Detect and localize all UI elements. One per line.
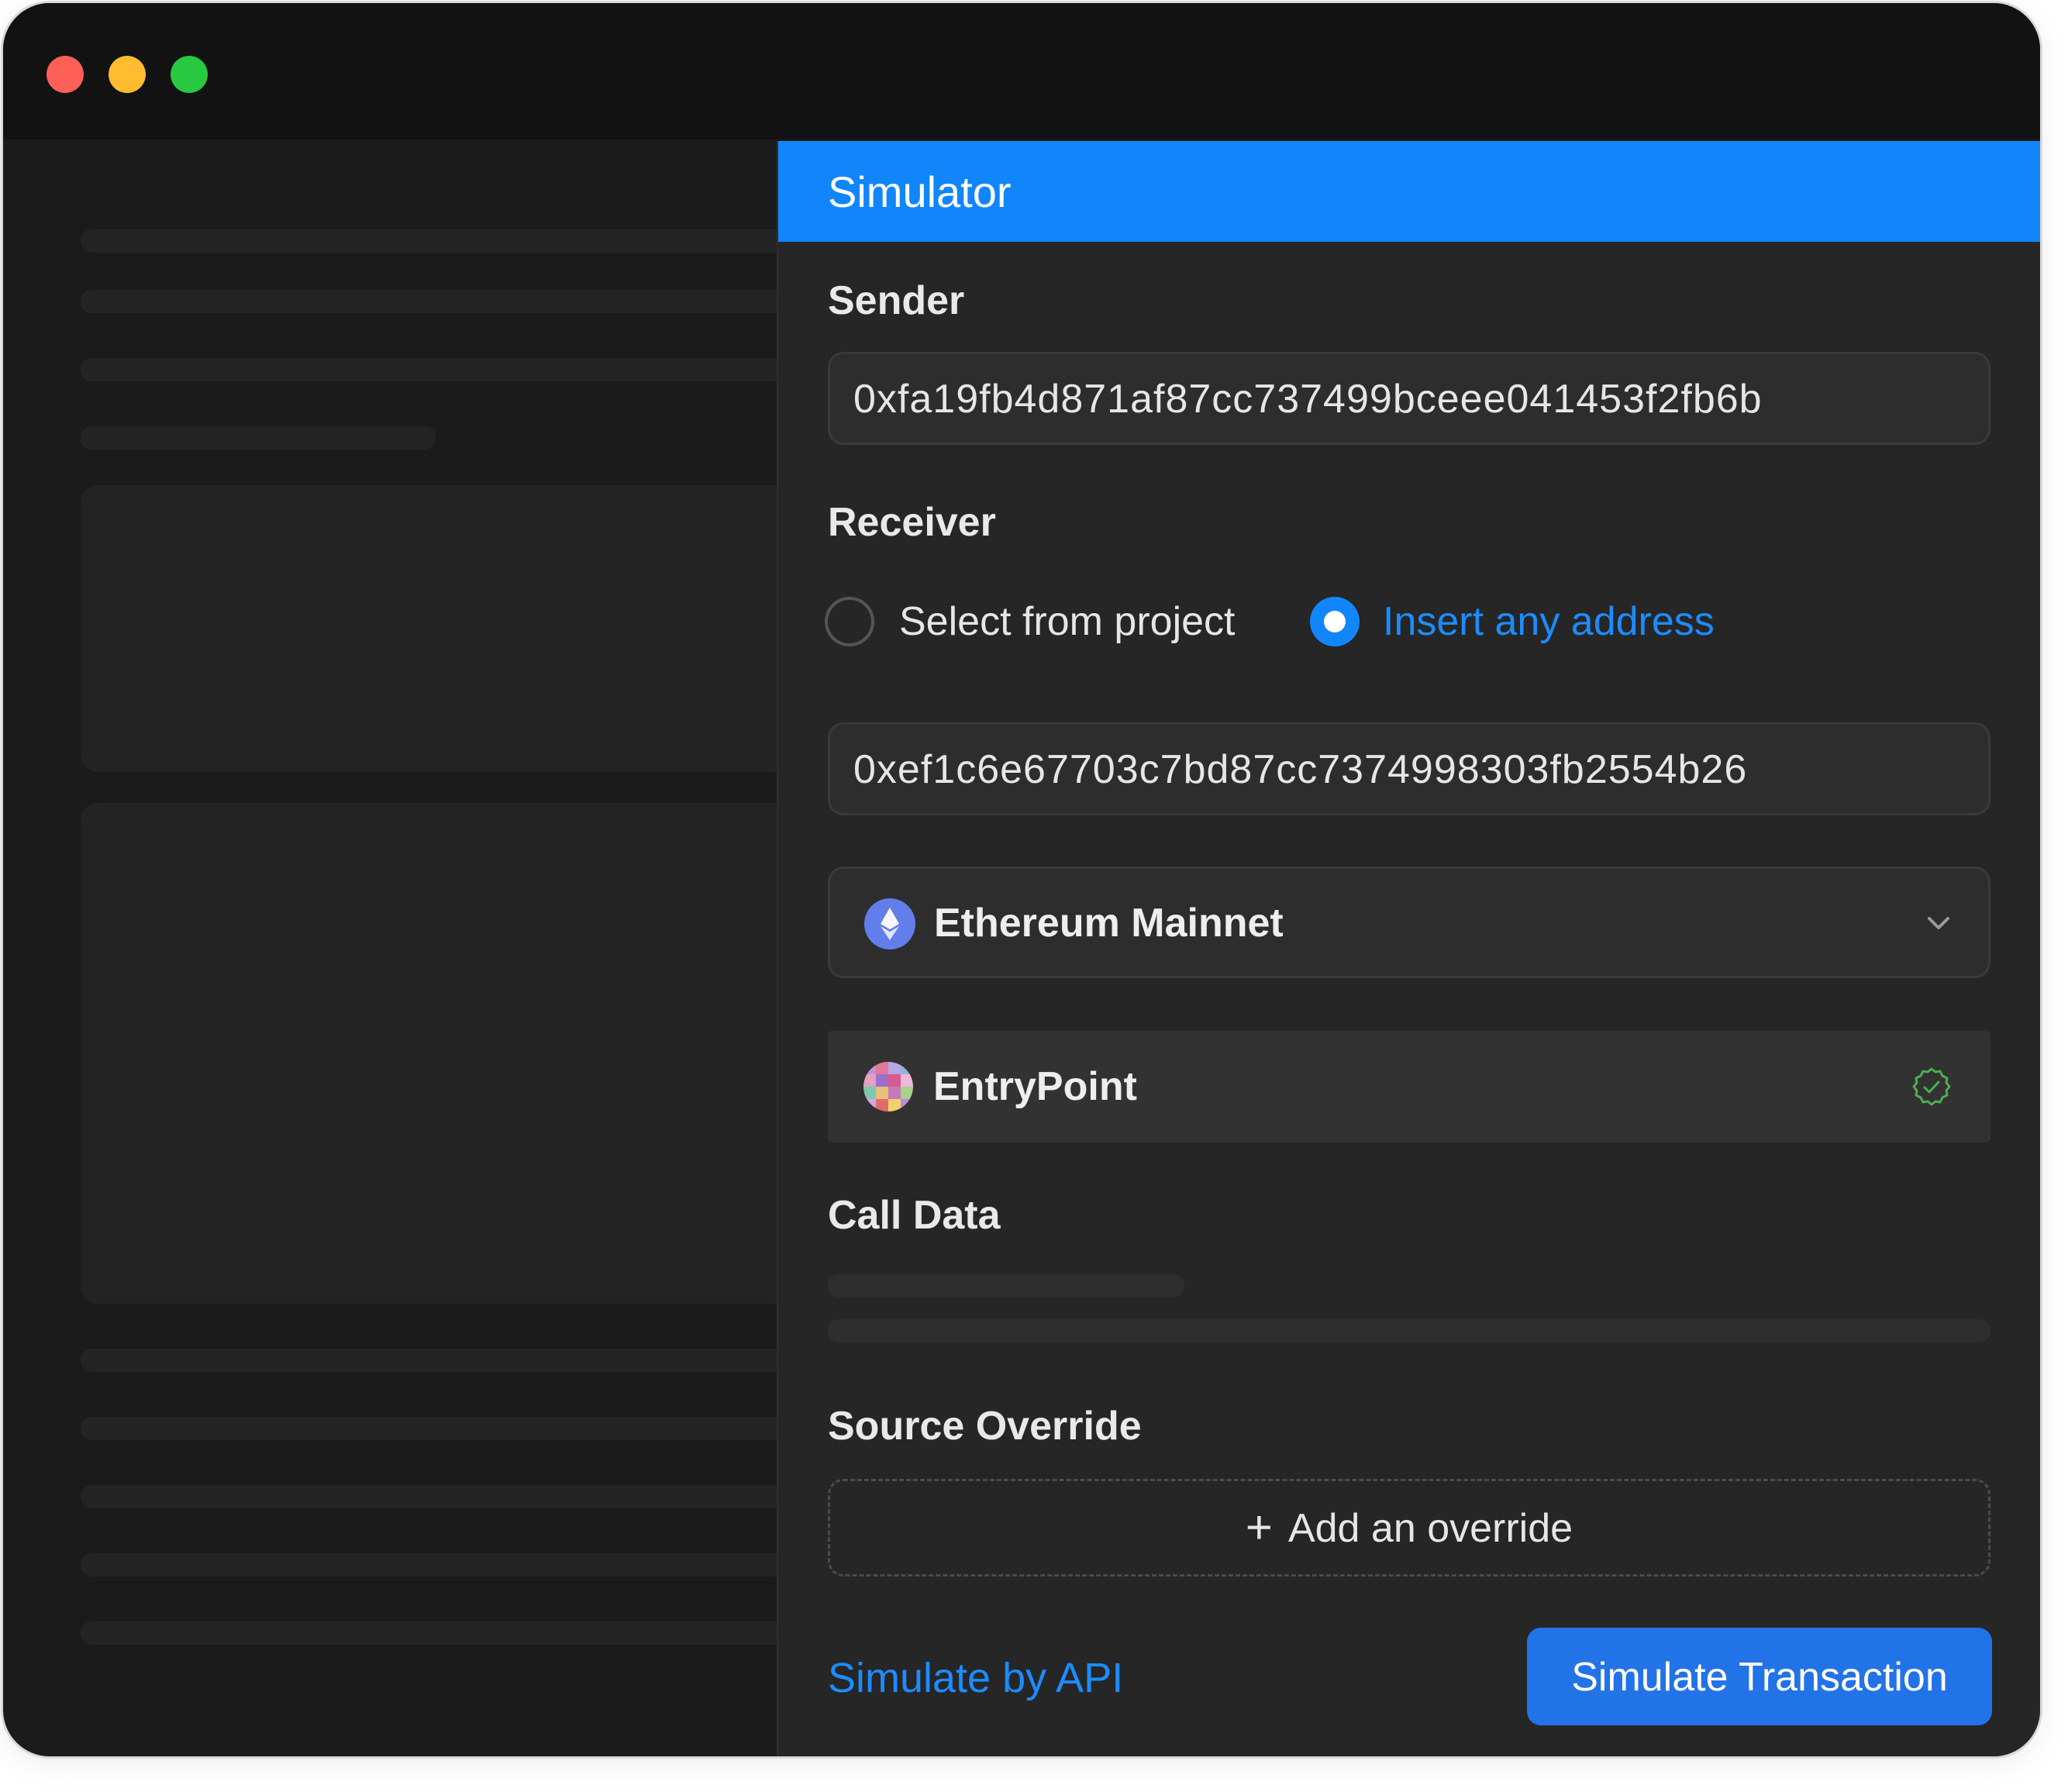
add-override-button[interactable]: + Add an override [828, 1479, 1990, 1577]
plus-icon: + [1245, 1501, 1273, 1553]
receiver-address-value: 0xef1c6e67703c7bd87cc7374998303fb2554b26 [853, 747, 1748, 792]
simulate-by-api-link[interactable]: Simulate by API [828, 1654, 1123, 1702]
skeleton-line [81, 1417, 825, 1440]
contract-avatar [863, 1062, 913, 1111]
add-override-label: Add an override [1287, 1506, 1573, 1551]
title-bar [3, 3, 2040, 140]
skeleton-block [81, 803, 825, 1304]
ethereum-icon [864, 898, 915, 949]
skeleton-line [81, 1553, 825, 1577]
contract-name: EntryPoint [933, 1064, 1137, 1109]
simulate-transaction-button[interactable]: Simulate Transaction [1527, 1628, 1992, 1725]
minimize-window-button[interactable] [109, 56, 146, 93]
simulator-panel: Simulator Sender 0xfa19fb4d871af87cc7374… [777, 141, 2040, 1756]
app-window: Simulator Sender 0xfa19fb4d871af87cc7374… [3, 3, 2040, 1756]
radio-label-select-from-project[interactable]: Select from project [899, 598, 1236, 645]
receiver-address-field[interactable]: 0xef1c6e67703c7bd87cc7374998303fb2554b26 [828, 722, 1990, 815]
panel-header: Simulator [778, 141, 2040, 242]
skeleton-line [81, 426, 436, 450]
skeleton-block [81, 485, 825, 772]
sender-address-value: 0xfa19fb4d871af87cc737499bceee041453f2fb… [853, 377, 1763, 422]
source-override-label: Source Override [828, 1404, 1142, 1449]
skeleton-line [81, 1349, 825, 1372]
chevron-down-icon [1928, 917, 1949, 929]
panel-title: Simulator [828, 167, 1012, 216]
sender-address-field[interactable]: 0xfa19fb4d871af87cc737499bceee041453f2fb… [828, 352, 1990, 445]
skeleton-line [81, 1621, 825, 1645]
receiver-label: Receiver [828, 500, 996, 545]
radio-select-from-project[interactable] [825, 597, 874, 646]
skeleton-line [81, 358, 825, 381]
sender-label: Sender [828, 278, 965, 323]
verified-check-icon [1912, 1067, 1951, 1106]
skeleton-line [81, 290, 825, 313]
close-window-button[interactable] [47, 56, 84, 93]
call-data-label: Call Data [828, 1193, 1001, 1238]
network-select[interactable]: Ethereum Mainnet [828, 867, 1990, 978]
radio-label-insert-any-address[interactable]: Insert any address [1383, 598, 1715, 645]
call-data-skeleton-line [828, 1319, 1990, 1342]
call-data-skeleton-line [828, 1274, 1184, 1297]
network-select-value: Ethereum Mainnet [934, 901, 1284, 946]
radio-insert-any-address[interactable] [1310, 597, 1360, 646]
skeleton-line [81, 229, 825, 253]
contract-row[interactable]: EntryPoint [828, 1031, 1990, 1142]
maximize-window-button[interactable] [171, 56, 208, 93]
skeleton-line [81, 1485, 825, 1508]
